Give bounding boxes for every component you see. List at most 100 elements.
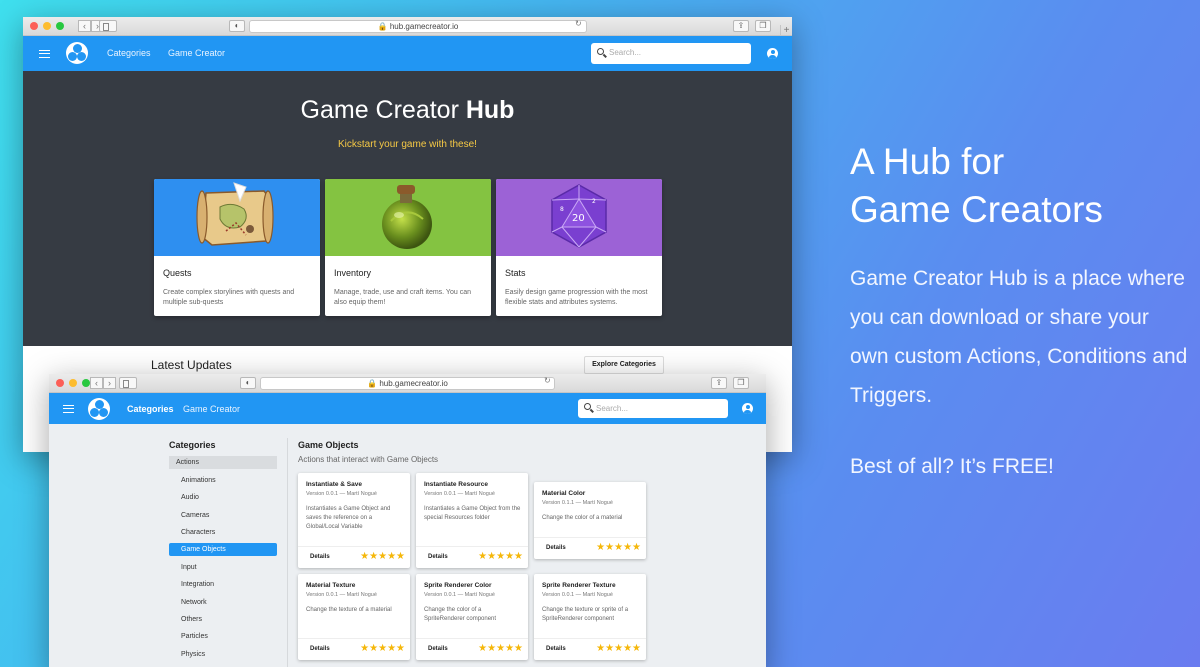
category-card-stats[interactable]: 20 8 2 Stats Easily design game progress… <box>496 179 662 316</box>
privacy-shield-icon[interactable]: ◐ <box>229 20 245 32</box>
action-version: Version 0.0.1 — Martí Nogué <box>542 592 613 598</box>
svg-text:2: 2 <box>592 198 596 205</box>
zoom-window-icon[interactable] <box>56 22 64 30</box>
action-footer: Details ★★★★★ <box>534 537 646 559</box>
search-input[interactable]: Search... <box>591 43 751 64</box>
action-title: Sprite Renderer Color <box>424 582 492 589</box>
card-image <box>154 179 320 256</box>
d20-dice-icon: 20 8 2 <box>551 184 607 248</box>
action-footer: Details ★★★★★ <box>416 546 528 568</box>
zoom-window-icon[interactable] <box>82 379 90 387</box>
action-title: Instantiate & Save <box>306 481 362 488</box>
action-card[interactable]: Sprite Renderer Texture Version 0.0.1 — … <box>534 574 646 660</box>
card-image <box>325 179 491 256</box>
game-creator-logo-icon[interactable] <box>88 398 110 420</box>
sidebar-title: Categories <box>169 440 216 450</box>
close-window-icon[interactable] <box>30 22 38 30</box>
browser-toolbar: ‹ › ◐ 🔒 hub.gamecreator.io ↻ ⇪ ❐ <box>49 374 766 393</box>
address-bar[interactable]: 🔒 hub.gamecreator.io <box>249 20 587 33</box>
promo-headline: A Hub for Game Creators <box>850 138 1103 234</box>
window-controls <box>56 379 90 387</box>
hamburger-menu-icon[interactable] <box>63 405 74 413</box>
divider <box>287 438 288 667</box>
explore-categories-button[interactable]: Explore Categories <box>584 356 664 374</box>
share-icon[interactable]: ⇪ <box>733 20 749 32</box>
minimize-window-icon[interactable] <box>43 22 51 30</box>
forward-arrow-icon[interactable]: › <box>103 377 116 389</box>
details-button[interactable]: Details <box>310 554 330 560</box>
game-creator-logo-icon[interactable] <box>66 42 88 64</box>
action-card[interactable]: Sprite Renderer Color Version 0.0.1 — Ma… <box>416 574 528 660</box>
sidebar-item-physics[interactable]: Physics <box>169 648 277 661</box>
details-button[interactable]: Details <box>546 545 566 551</box>
hero-section: Game Creator Hub Kickstart your game wit… <box>23 71 792 346</box>
card-description: Easily design game progression with the … <box>505 289 648 306</box>
hamburger-menu-icon[interactable] <box>39 50 50 58</box>
share-icon[interactable]: ⇪ <box>711 377 727 389</box>
action-description: Change the texture or sprite of a Sprite… <box>542 607 629 622</box>
nav-link-game-creator[interactable]: Game Creator <box>183 404 240 414</box>
action-version: Version 0.0.1 — Martí Nogué <box>424 592 495 598</box>
sidebar-toggle-icon[interactable] <box>119 377 137 389</box>
sidebar-item-actions[interactable]: Actions <box>169 456 277 469</box>
rating-stars-icon: ★★★★★ <box>360 643 405 654</box>
tabs-overview-icon[interactable]: ❐ <box>755 20 771 32</box>
sidebar-item-integration[interactable]: Integration <box>169 578 277 591</box>
account-icon[interactable] <box>742 403 753 414</box>
minimize-window-icon[interactable] <box>69 379 77 387</box>
action-description: Change the texture of a material <box>306 607 392 613</box>
action-title: Material Texture <box>306 582 356 589</box>
browser-window-front: ‹ › ◐ 🔒 hub.gamecreator.io ↻ ⇪ ❐ Categor… <box>49 374 766 667</box>
reload-icon[interactable]: ↻ <box>544 376 551 385</box>
action-version: Version 0.0.1 — Martí Nogué <box>306 491 377 497</box>
details-button[interactable]: Details <box>428 646 448 652</box>
search-input[interactable]: Search... <box>578 399 728 418</box>
nav-link-categories[interactable]: Categories <box>107 48 151 58</box>
action-version: Version 0.0.1 — Martí Nogué <box>424 491 495 497</box>
close-window-icon[interactable] <box>56 379 64 387</box>
card-title: Stats <box>505 268 526 278</box>
promo-tagline: Best of all? It’s FREE! <box>850 455 1054 478</box>
category-card-quests[interactable]: Quests Create complex storylines with qu… <box>154 179 320 316</box>
action-title: Sprite Renderer Texture <box>542 582 616 589</box>
sidebar-item-particles[interactable]: Particles <box>169 630 277 643</box>
action-card[interactable]: Material Color Version 0.1.1 — Martí Nog… <box>534 482 646 559</box>
sidebar-item-network[interactable]: Network <box>169 596 277 609</box>
sidebar-item-input[interactable]: Input <box>169 561 277 574</box>
card-description: Manage, trade, use and craft items. You … <box>334 289 471 306</box>
account-icon[interactable] <box>767 48 778 59</box>
browser-toolbar: ‹ › ◐ 🔒 hub.gamecreator.io ↻ ⇪ ❐ + <box>23 17 792 36</box>
new-tab-icon[interactable]: + <box>780 25 792 36</box>
details-button[interactable]: Details <box>428 554 448 560</box>
address-bar[interactable]: 🔒 hub.gamecreator.io <box>260 377 555 390</box>
action-card[interactable]: Material Texture Version 0.0.1 — Martí N… <box>298 574 410 660</box>
back-arrow-icon[interactable]: ‹ <box>90 377 103 389</box>
details-button[interactable]: Details <box>310 646 330 652</box>
hero-subtitle: Kickstart your game with these! <box>338 139 477 150</box>
action-card[interactable]: Instantiate & Save Version 0.0.1 — Martí… <box>298 473 410 568</box>
action-version: Version 0.1.1 — Martí Nogué <box>542 500 613 506</box>
sidebar-item-others[interactable]: Others <box>169 613 277 626</box>
svg-text:20: 20 <box>572 213 585 224</box>
action-footer: Details ★★★★★ <box>298 546 410 568</box>
sidebar-item-animations[interactable]: Animations <box>169 474 277 487</box>
details-button[interactable]: Details <box>546 646 566 652</box>
nav-link-categories[interactable]: Categories <box>127 404 174 414</box>
action-title: Instantiate Resource <box>424 481 488 488</box>
reload-icon[interactable]: ↻ <box>575 19 582 28</box>
sidebar-item-audio[interactable]: Audio <box>169 491 277 504</box>
sidebar-item-characters[interactable]: Characters <box>169 526 277 539</box>
sidebar-item-cameras[interactable]: Cameras <box>169 509 277 522</box>
sidebar-item-game-objects[interactable]: Game Objects <box>169 543 277 556</box>
tabs-overview-icon[interactable]: ❐ <box>733 377 749 389</box>
action-footer: Details ★★★★★ <box>416 638 528 660</box>
sidebar-toggle-icon[interactable] <box>99 20 117 32</box>
action-description: Instantiates a Game Object and saves the… <box>306 506 391 530</box>
nav-link-game-creator[interactable]: Game Creator <box>168 48 225 58</box>
action-card[interactable]: Instantiate Resource Version 0.0.1 — Mar… <box>416 473 528 568</box>
section-subtitle: Actions that interact with Game Objects <box>298 455 439 464</box>
back-arrow-icon[interactable]: ‹ <box>78 20 91 32</box>
page-title: Game Creator Hub <box>23 96 792 125</box>
category-card-inventory[interactable]: Inventory Manage, trade, use and craft i… <box>325 179 491 316</box>
privacy-shield-icon[interactable]: ◐ <box>240 377 256 389</box>
